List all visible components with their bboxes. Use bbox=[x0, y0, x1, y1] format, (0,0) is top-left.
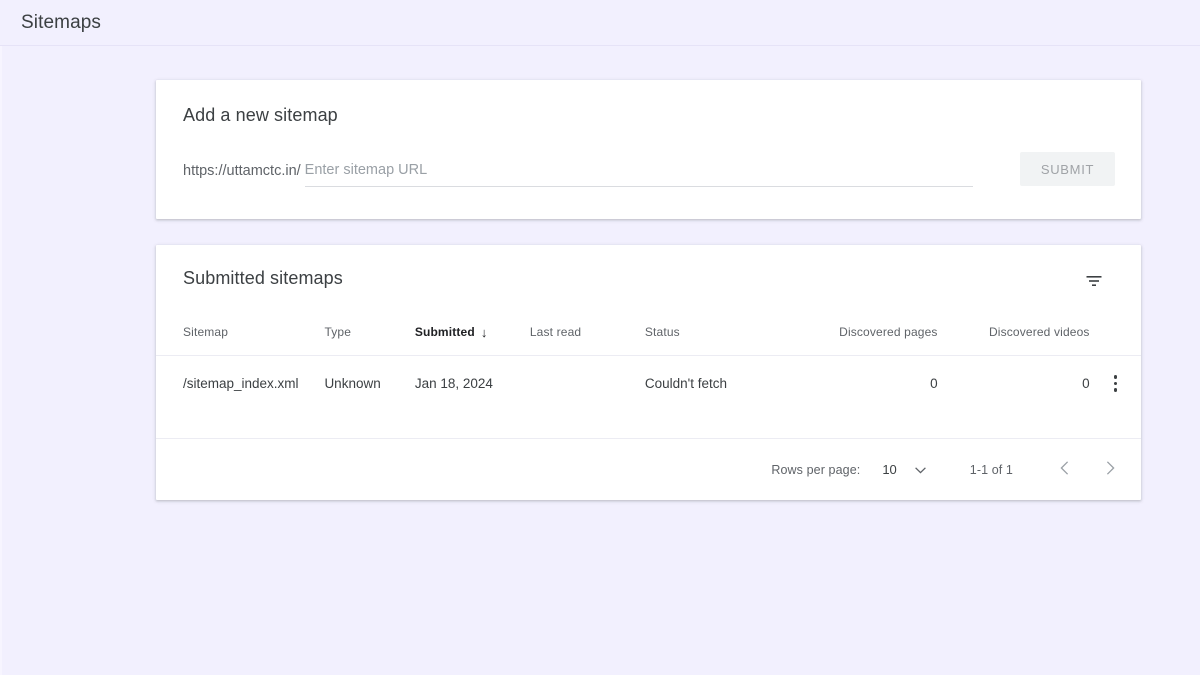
rows-per-page-value: 10 bbox=[882, 462, 897, 477]
cell-discovered-videos: 0 bbox=[937, 355, 1090, 412]
rows-per-page-select[interactable]: 10 bbox=[882, 462, 926, 477]
more-vert-icon bbox=[1113, 375, 1118, 392]
column-header-last-read[interactable]: Last read bbox=[530, 324, 645, 356]
left-edge-strip bbox=[0, 0, 2, 675]
add-sitemap-heading: Add a new sitemap bbox=[183, 105, 338, 125]
sitemaps-table: Sitemap Type Submitted ↓ Last read Status… bbox=[156, 324, 1141, 412]
sitemaps-page: Sitemaps Add a new sitemap https://uttam… bbox=[0, 0, 1200, 675]
page-title: Sitemaps bbox=[21, 11, 102, 33]
cell-discovered-pages: 0 bbox=[788, 355, 938, 412]
page-header: Sitemaps bbox=[0, 0, 1200, 46]
chevron-down-icon bbox=[914, 463, 926, 477]
table-pagination: Rows per page: 10 1-1 of 1 bbox=[156, 438, 1141, 500]
pagination-nav bbox=[1055, 461, 1119, 479]
cell-sitemap[interactable]: /sitemap_index.xml bbox=[156, 355, 325, 412]
table-row[interactable]: /sitemap_index.xml Unknown Jan 18, 2024 … bbox=[156, 355, 1141, 412]
add-sitemap-form: https://uttamctc.in/ bbox=[183, 160, 1113, 187]
sitemap-url-prefix: https://uttamctc.in/ bbox=[183, 163, 301, 179]
filter-button[interactable] bbox=[1077, 265, 1111, 299]
column-header-sitemap[interactable]: Sitemap bbox=[156, 324, 324, 356]
filter-icon bbox=[1084, 271, 1104, 294]
cell-submitted: Jan 18, 2024 bbox=[414, 355, 530, 412]
previous-page-button[interactable] bbox=[1055, 461, 1073, 479]
submitted-sitemaps-card: Submitted sitemaps Sitemap Type Submitte… bbox=[156, 245, 1141, 500]
row-more-options-button[interactable] bbox=[1108, 373, 1124, 394]
sitemap-url-input[interactable] bbox=[304, 160, 973, 187]
sitemap-url-input-wrapper bbox=[304, 160, 973, 187]
cell-last-read bbox=[529, 355, 645, 412]
cell-status: Couldn't fetch bbox=[644, 355, 789, 412]
sitemaps-table-body: /sitemap_index.xml Unknown Jan 18, 2024 … bbox=[156, 355, 1141, 412]
column-header-submitted[interactable]: Submitted ↓ bbox=[415, 324, 530, 356]
column-header-type[interactable]: Type bbox=[324, 324, 414, 356]
column-header-discovered-pages[interactable]: Discovered pages bbox=[789, 324, 938, 356]
add-sitemap-card: Add a new sitemap https://uttamctc.in/ S… bbox=[156, 80, 1141, 219]
column-header-actions bbox=[1090, 324, 1141, 356]
cell-actions bbox=[1089, 355, 1141, 412]
column-header-status[interactable]: Status bbox=[645, 324, 789, 356]
column-header-submitted-label: Submitted bbox=[414, 325, 475, 339]
submit-sitemap-button[interactable]: SUBMIT bbox=[1020, 152, 1115, 186]
next-page-button[interactable] bbox=[1101, 461, 1119, 479]
column-header-discovered-videos[interactable]: Discovered videos bbox=[938, 324, 1090, 356]
chevron-right-icon bbox=[1106, 461, 1115, 478]
chevron-left-icon bbox=[1059, 461, 1069, 478]
sort-descending-icon: ↓ bbox=[480, 325, 488, 340]
rows-per-page-label: Rows per page: bbox=[771, 462, 861, 477]
cell-type: Unknown bbox=[324, 355, 415, 412]
table-header-row: Sitemap Type Submitted ↓ Last read Status… bbox=[156, 324, 1141, 356]
submitted-sitemaps-heading: Submitted sitemaps bbox=[183, 268, 343, 288]
pagination-range-label: 1-1 of 1 bbox=[969, 462, 1013, 477]
sitemaps-table-head: Sitemap Type Submitted ↓ Last read Status… bbox=[156, 324, 1141, 356]
